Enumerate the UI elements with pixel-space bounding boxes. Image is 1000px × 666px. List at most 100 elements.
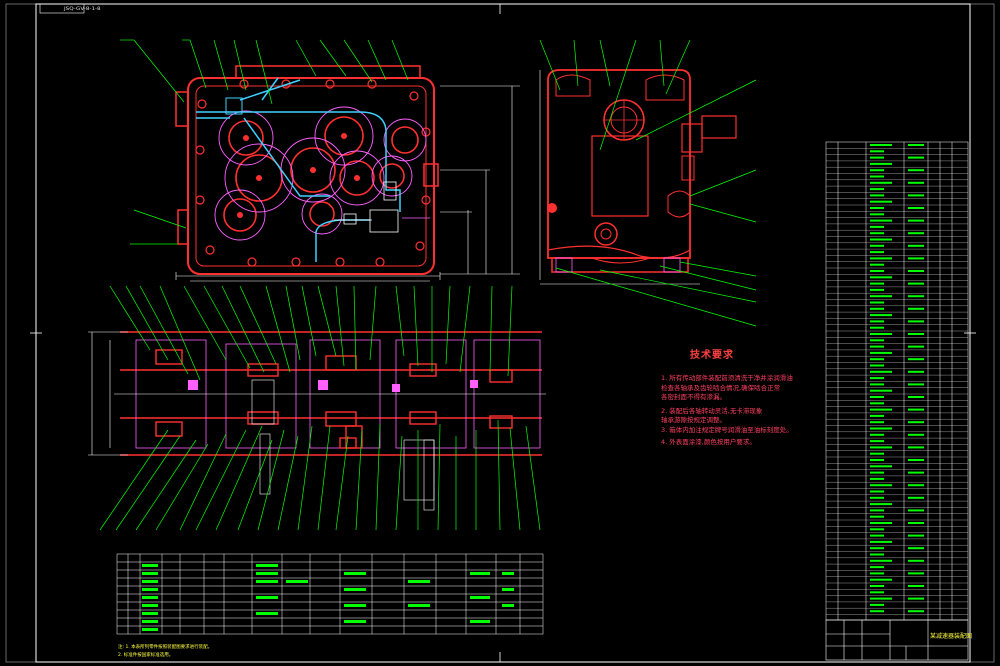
parts-list-entry (908, 270, 924, 272)
parts-list-entry (870, 169, 884, 172)
parts-list-entry (870, 370, 892, 373)
parts-list-entry (908, 232, 924, 235)
parts-list-entry (870, 534, 884, 537)
parts-list-entry (908, 522, 924, 524)
drawing-sheet (5, 3, 995, 663)
parts-list-entry (908, 459, 924, 461)
parts-list-entry (908, 169, 924, 172)
sheet-outer-border (5, 3, 995, 663)
parts-list-entry (870, 585, 884, 587)
parts-list-entry (870, 408, 892, 411)
parts-list-entry (908, 181, 924, 184)
parts-list-entry (870, 257, 892, 260)
parts-list-entry (870, 175, 884, 178)
parts-list-entry (908, 572, 924, 575)
parts-list-entry (870, 364, 884, 367)
technical-requirements-title: 技术要求 (690, 350, 734, 361)
parts-list-entry (870, 578, 892, 581)
parts-list-entry (870, 440, 884, 443)
parts-list-entry (870, 377, 884, 380)
parts-list-entry (908, 433, 924, 436)
parts-list-entry (870, 572, 884, 575)
parts-list-entry (908, 396, 924, 398)
parts-list-entry (908, 144, 924, 146)
parts-list-entry (870, 559, 892, 562)
parts-list-entry (870, 591, 884, 594)
parts-list-entry (870, 276, 892, 279)
parts-list-entry (908, 534, 924, 537)
parts-list-entry (870, 156, 884, 159)
parts-list-entry (908, 484, 924, 487)
parts-list-entry (870, 421, 884, 424)
parts-list-entry (870, 427, 892, 430)
parts-list-entry (870, 503, 892, 506)
parts-list-entry (870, 509, 884, 512)
parts-list-entry (870, 414, 884, 417)
tech-requirement-line: 4. 外表面涂漆,颜色按用户要求。 (661, 438, 756, 446)
parts-list-entry (870, 433, 884, 436)
parts-list-entry (908, 610, 924, 613)
title-block (825, 619, 969, 661)
parts-list-entry (870, 282, 884, 285)
parts-list-entry (870, 238, 892, 241)
parts-list-entry (870, 213, 884, 216)
parts-list-entry (908, 244, 924, 247)
parts-list-entry (870, 389, 892, 392)
parts-list-entry (870, 515, 884, 518)
parts-list-entry (870, 333, 892, 335)
tech-requirement-line: 3. 箱体内加注规定牌号润滑油至油标刻度处。 (661, 426, 793, 434)
parts-list-entry (908, 345, 924, 348)
parts-list-entry (908, 471, 924, 474)
parts-list-entry (870, 446, 892, 449)
parts-list-entry (870, 402, 884, 405)
parts-list-entry (870, 383, 884, 386)
parts-list-entry (870, 207, 884, 209)
parts-list-entry (908, 496, 924, 499)
parts-list-entry (870, 484, 892, 487)
parts-list-entry (908, 257, 924, 260)
parts-list-entry (870, 162, 892, 165)
parts-list-entry (870, 326, 884, 329)
parts-list-entry (870, 200, 892, 203)
parts-list-entry (908, 219, 924, 222)
bom-table-entries (142, 564, 514, 631)
parts-list-entry (870, 522, 892, 524)
parts-list-entry (908, 207, 924, 209)
drawing-number: JSQ-GV-8-1-8 (64, 6, 101, 11)
parts-list-entry (908, 547, 924, 550)
tech-requirement-line: 1. 所有传动部件装配前须清洗干净并涂润滑油 (661, 374, 793, 382)
parts-list-entry (870, 477, 884, 480)
parts-list-entry (870, 452, 884, 455)
parts-list-entry (870, 219, 892, 222)
table-note: 注: 1. 本表所列零件按照装配图要求进行装配。 (118, 645, 213, 650)
parts-list-entry (870, 194, 884, 197)
parts-list-entry (870, 540, 892, 543)
parts-list-entry (908, 383, 924, 386)
parts-list-entry (870, 471, 884, 474)
parts-list-entry (908, 194, 924, 197)
parts-list-entry (870, 351, 892, 354)
parts-list-entry (870, 225, 884, 228)
parts-list-entry (908, 358, 924, 361)
parts-list-entry (870, 188, 884, 191)
parts-list-entry (870, 244, 884, 247)
parts-list-entry (870, 150, 884, 153)
parts-list-entry (870, 251, 884, 254)
parts-list-entry (908, 509, 924, 512)
parts-list-entry (870, 528, 884, 531)
tech-requirement-line: 轴承游隙按规定调整。 (661, 416, 726, 424)
table-note: 2. 标准件按国家标准选用。 (118, 653, 174, 658)
parts-list-entry (908, 370, 924, 373)
parts-list-entry (908, 320, 924, 323)
parts-list-entry (870, 270, 884, 272)
parts-list-entry (870, 465, 892, 468)
section-views (88, 285, 546, 531)
parts-list-rows (826, 144, 968, 615)
parts-list-entry (870, 232, 884, 235)
front-view (120, 39, 520, 282)
parts-list-entry (870, 181, 892, 184)
parts-list (825, 141, 969, 621)
drawing-title: 某减速器装配图 (930, 633, 973, 640)
parts-list-entry (870, 496, 884, 499)
parts-list-entry (908, 446, 924, 449)
